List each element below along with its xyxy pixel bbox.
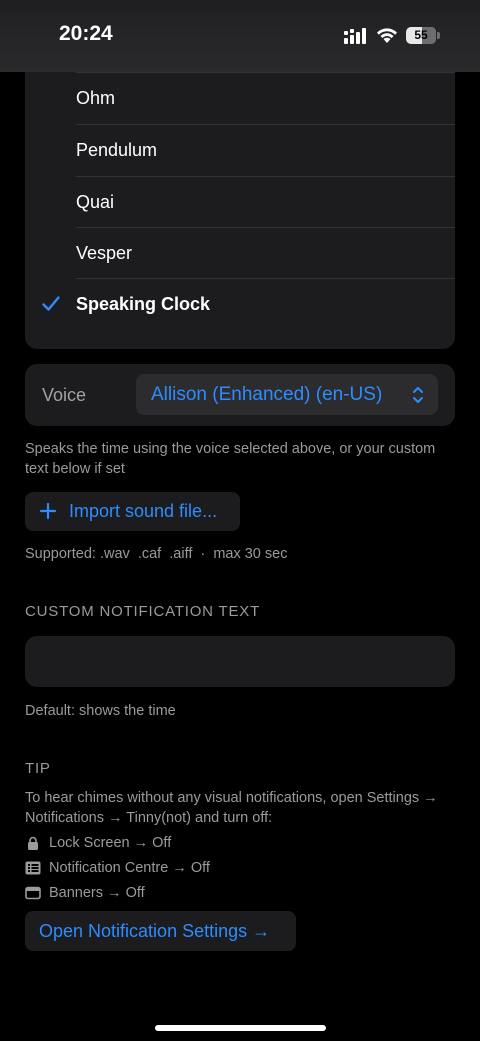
sound-option-vesper[interactable]: Vesper [25,227,455,279]
wifi-icon [377,28,397,43]
import-sound-button[interactable]: Import sound file... [25,492,240,531]
home-indicator[interactable] [155,1025,326,1031]
sound-option-label: Vesper [76,243,133,263]
sound-option-speaking-clock[interactable]: Speaking Clock [25,278,455,330]
settings-scroll[interactable]: Ohm Pendulum Quai Vesper Speaking Clock … [0,72,480,1041]
sound-option-ohm[interactable]: Ohm [25,72,455,124]
voice-picker[interactable]: Allison (Enhanced) (en-US) [136,374,438,415]
tip-body: To hear chimes without any visual notifi… [25,790,438,826]
custom-text-header: CUSTOM NOTIFICATION TEXT [25,603,261,620]
cellular-signal-icon [344,28,366,44]
status-time: 20:24 [59,22,113,45]
sound-option-pendulum[interactable]: Pendulum [25,124,455,176]
checkmark-icon [42,296,60,311]
custom-notification-input[interactable] [25,636,455,687]
voice-description: Speaks the time using the voice selected… [25,441,436,477]
plus-icon [39,502,57,520]
battery-tip [437,32,440,39]
import-sound-label: Import sound file... [69,501,218,521]
voice-picker-value: Allison (Enhanced) (en-US) [151,384,383,405]
sound-option-label: Ohm [76,88,116,108]
chevron-up-down-icon [413,387,423,403]
sound-option-label: Pendulum [76,140,158,160]
supported-formats: Supported: .wav .caf .aiff · max 30 sec [25,546,288,562]
sound-option-label: Quai [76,192,115,212]
notification-centre-icon [25,861,41,875]
battery-level: 55 [414,28,428,42]
banner-icon [25,886,41,900]
status-bar: 20:24 55 [0,0,480,72]
tip-header: TIP [25,760,51,777]
custom-text-hint: Default: shows the time [25,703,176,719]
sound-list: Ohm Pendulum Quai Vesper Speaking Clock [25,72,455,349]
sound-option-label: Speaking Clock [76,294,211,314]
voice-label: Voice [42,385,87,405]
battery-icon: 55 [406,27,436,44]
lock-icon [28,836,38,850]
open-notification-settings-button[interactable]: Open Notification Settings → [25,911,296,951]
sound-option-quai[interactable]: Quai [25,176,455,228]
voice-card: Voice Allison (Enhanced) (en-US) [25,364,455,426]
